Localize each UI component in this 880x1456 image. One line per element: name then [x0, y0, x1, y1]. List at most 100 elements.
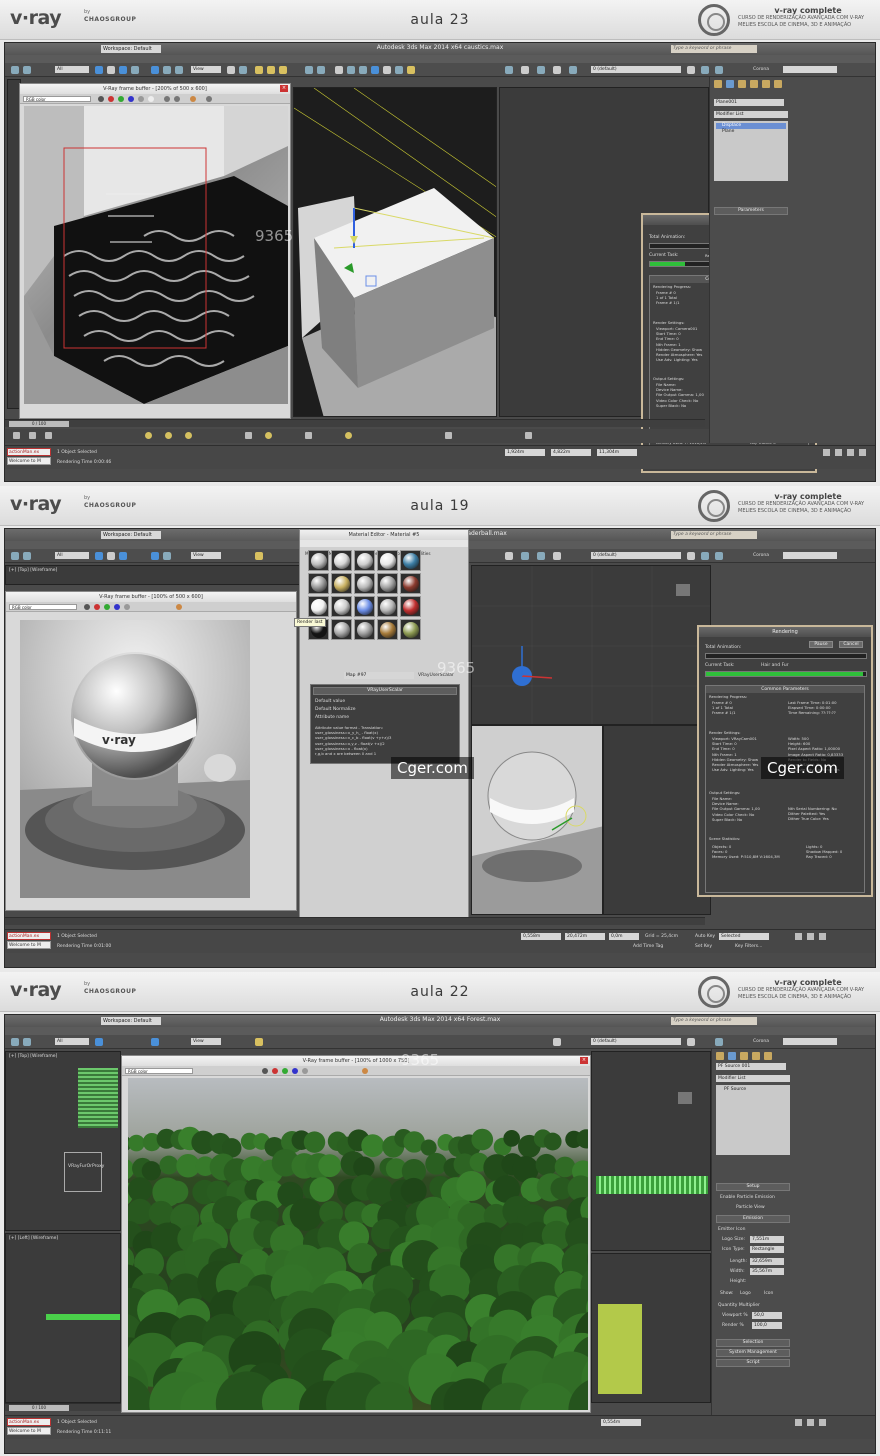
time-slider[interactable]: 0 / 100: [5, 419, 705, 427]
material-slot[interactable]: [377, 550, 398, 571]
snap-icon[interactable]: [701, 552, 709, 560]
move-icon[interactable]: [151, 66, 159, 74]
maxscript-welcome[interactable]: Welcome to M: [7, 941, 51, 949]
width-field[interactable]: 35,567m: [750, 1268, 784, 1275]
material-slot[interactable]: [331, 596, 352, 617]
frame-counter[interactable]: 0 / 100: [9, 421, 69, 427]
toolbar-icon[interactable]: [29, 432, 36, 439]
render-setup-icon[interactable]: [383, 66, 391, 74]
blue-channel-icon[interactable]: [128, 96, 134, 102]
select-object-icon[interactable]: [95, 552, 103, 560]
key-filters-button[interactable]: Key Filters...: [735, 944, 762, 949]
redo-icon[interactable]: [23, 552, 31, 560]
modifier-stack[interactable]: PF Source: [716, 1085, 790, 1155]
camera-viewport[interactable]: [293, 87, 497, 417]
default-normalize-checkbox[interactable]: Default Normalize: [315, 707, 356, 712]
close-icon[interactable]: ×: [280, 85, 288, 92]
right-bottom-viewport[interactable]: [603, 725, 711, 915]
frame-counter[interactable]: 0 / 100: [9, 1405, 69, 1411]
pivot-icon[interactable]: [227, 66, 235, 74]
perspective-viewport[interactable]: [471, 725, 603, 915]
toolbar-icon[interactable]: [305, 432, 312, 439]
right-top-viewport[interactable]: [591, 1051, 711, 1251]
play-icon[interactable]: [795, 1419, 802, 1426]
select-by-name-icon[interactable]: [107, 66, 115, 74]
time-slider[interactable]: 0 / 100: [5, 1403, 121, 1411]
alpha-channel-icon[interactable]: [302, 1068, 308, 1074]
material-slot[interactable]: [377, 596, 398, 617]
red-channel-icon[interactable]: [94, 604, 100, 610]
maxscript-listener[interactable]: actionMan.ex: [7, 1418, 51, 1426]
material-slot-dropdown[interactable]: 0 (default): [591, 1038, 681, 1045]
window-crossing-icon[interactable]: [131, 66, 139, 74]
modifier-list-dropdown[interactable]: Modifier List: [716, 1075, 790, 1082]
select-manipulate-icon[interactable]: [239, 66, 247, 74]
particle-view-button[interactable]: Particle View: [736, 1205, 765, 1210]
undo-icon[interactable]: [11, 552, 19, 560]
top-viewport[interactable]: [+] [Top] [Wireframe] VRayFurOrProxy: [5, 1051, 121, 1231]
redo-icon[interactable]: [23, 1038, 31, 1046]
scale-icon[interactable]: [175, 66, 183, 74]
z-coordinate[interactable]: 0,554m: [601, 1419, 641, 1426]
motion-tab-icon[interactable]: [750, 80, 758, 88]
toolbar-icon[interactable]: [445, 432, 452, 439]
schematic-view-icon[interactable]: [359, 66, 367, 74]
zoom-icon[interactable]: [715, 66, 723, 74]
material-editor-icon[interactable]: [371, 66, 379, 74]
selection-filter-dropdown[interactable]: All: [55, 1038, 89, 1045]
motion-tab-icon[interactable]: [752, 1052, 760, 1060]
display-tab-icon[interactable]: [764, 1052, 772, 1060]
enable-emission-checkbox[interactable]: Enable Particle Emission: [720, 1195, 775, 1200]
modifier-item[interactable]: PF Source: [718, 1087, 788, 1093]
zoom-icon[interactable]: [715, 1038, 723, 1046]
y-coordinate[interactable]: 20,472m: [565, 933, 605, 940]
reference-coordinate-dropdown[interactable]: View: [191, 1038, 221, 1045]
light-icon[interactable]: [145, 432, 152, 439]
material-slot[interactable]: [308, 550, 329, 571]
mirror-icon[interactable]: [305, 66, 313, 74]
teapot-icon[interactable]: [553, 1038, 561, 1046]
alpha-channel-icon[interactable]: [138, 96, 144, 102]
emission-rollout[interactable]: Emission: [716, 1215, 790, 1223]
selection-rollout[interactable]: Selection: [716, 1339, 790, 1347]
maxscript-listener[interactable]: actionMan.ex: [7, 448, 51, 456]
channel-dropdown[interactable]: RGB color: [125, 1068, 193, 1074]
last-frame-icon[interactable]: [847, 449, 854, 456]
plus-icon[interactable]: [687, 1038, 695, 1046]
setup-rollout[interactable]: Setup: [716, 1183, 790, 1191]
utilities-tab-icon[interactable]: [774, 80, 782, 88]
search-input[interactable]: Type a keyword or phrase: [671, 531, 757, 539]
material-slot-dropdown[interactable]: 0 (default): [591, 66, 681, 73]
reference-coordinate-dropdown[interactable]: View: [191, 66, 221, 73]
material-slot-dropdown[interactable]: 0 (default): [591, 552, 681, 559]
toolbar-icon[interactable]: [525, 432, 532, 439]
render-icon[interactable]: [176, 604, 182, 610]
light-icon[interactable]: [185, 432, 192, 439]
green-channel-icon[interactable]: [104, 604, 110, 610]
rotate-icon[interactable]: [163, 552, 171, 560]
red-channel-icon[interactable]: [108, 96, 114, 102]
set-key-button[interactable]: Set Key: [695, 944, 712, 949]
create-tab-icon[interactable]: [716, 1052, 724, 1060]
toolbar-icon[interactable]: [245, 432, 252, 439]
material-slot[interactable]: [331, 619, 352, 640]
teapot-icon[interactable]: [553, 66, 561, 74]
material-slot[interactable]: [354, 573, 375, 594]
vray-toolbar-icon[interactable]: [553, 552, 561, 560]
zoom-icon[interactable]: [715, 552, 723, 560]
left-viewport[interactable]: [+] [Left] [Wireframe]: [5, 1233, 121, 1403]
light-icon[interactable]: [265, 432, 272, 439]
close-icon[interactable]: ×: [580, 1057, 588, 1064]
right-bottom-viewport[interactable]: [591, 1253, 711, 1403]
create-tab-icon[interactable]: [714, 80, 722, 88]
material-slot[interactable]: [354, 619, 375, 640]
vray-toolbar-icon[interactable]: [569, 66, 577, 74]
green-channel-icon[interactable]: [118, 96, 124, 102]
add-time-tag[interactable]: Add Time Tag: [633, 944, 663, 949]
light-icon[interactable]: [165, 432, 172, 439]
layer-manager-icon[interactable]: [335, 66, 343, 74]
show-icon-checkbox[interactable]: Icon: [764, 1291, 773, 1296]
viewport-percent-field[interactable]: 50,0: [752, 1312, 782, 1319]
render-production-icon[interactable]: [407, 66, 415, 74]
selected-dropdown[interactable]: Selected: [719, 933, 769, 940]
